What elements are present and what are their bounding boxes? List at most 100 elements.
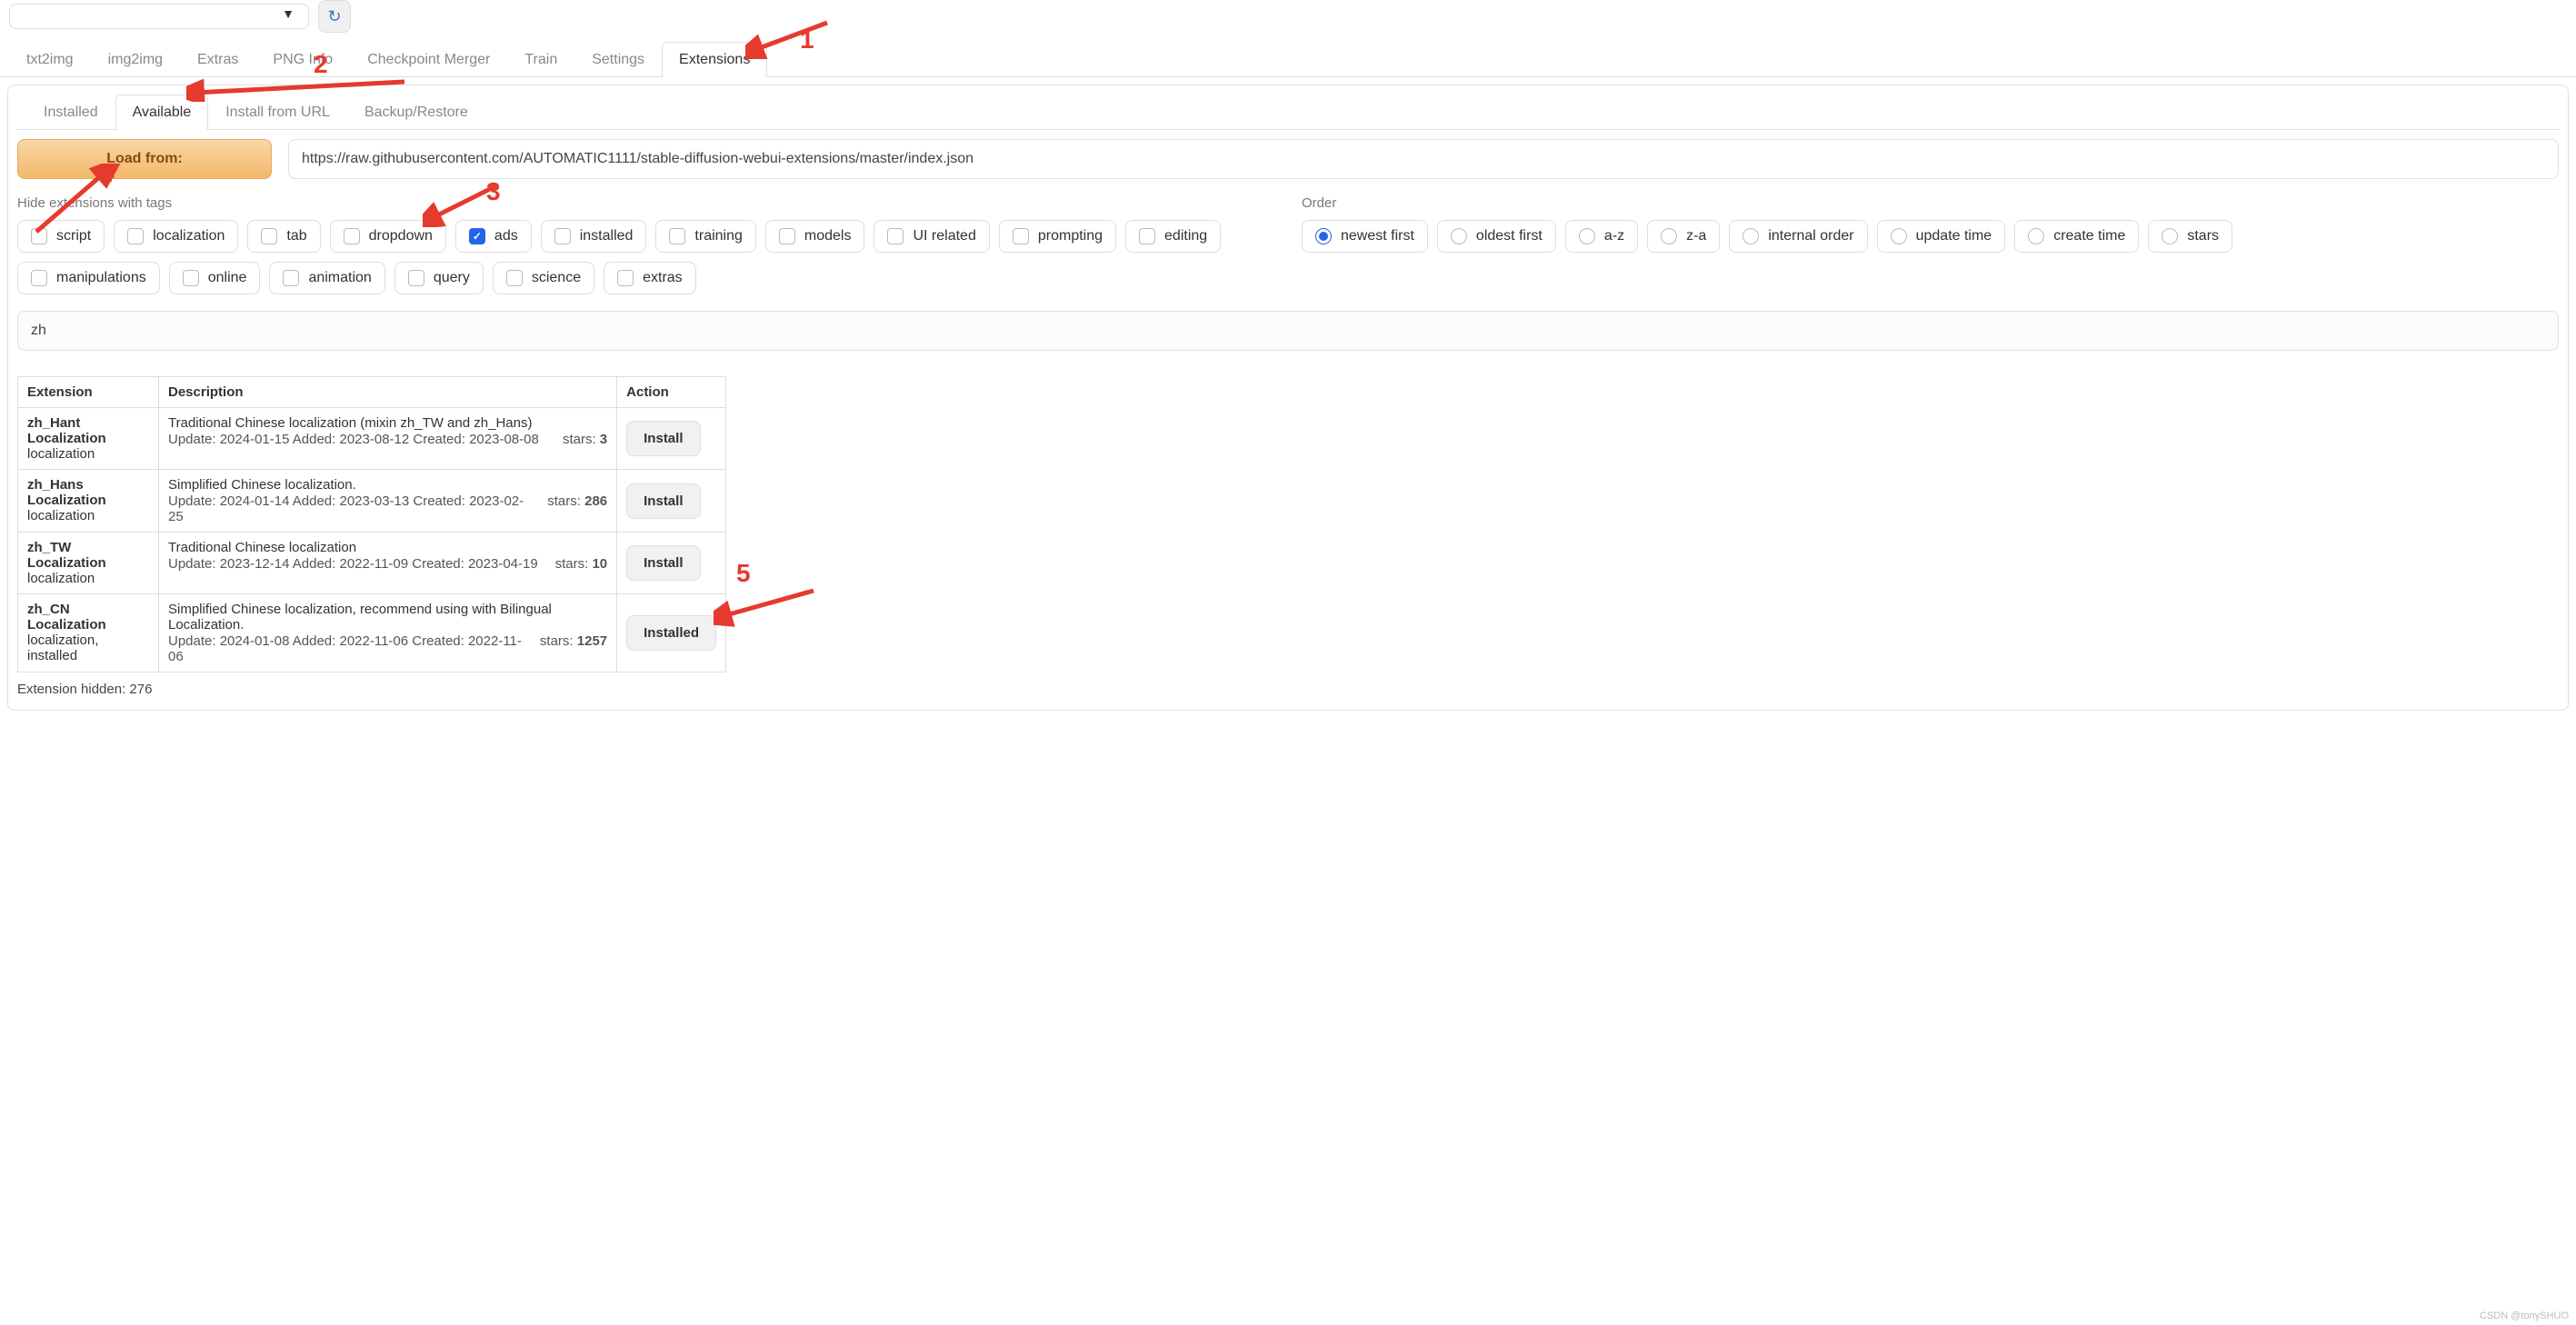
checkbox-icon: [31, 270, 47, 286]
tab-settings[interactable]: Settings: [574, 42, 662, 77]
ext-description: Simplified Chinese localization.: [168, 477, 607, 493]
table-header-row: Extension Description Action: [18, 377, 726, 408]
filter-dropdown[interactable]: dropdown: [330, 220, 446, 253]
subtab-install-url[interactable]: Install from URL: [208, 95, 347, 130]
filter-label: online: [208, 270, 247, 286]
filter-label: ads: [494, 228, 518, 244]
order-label: Order: [1302, 195, 2559, 211]
filter-science[interactable]: science: [493, 262, 594, 294]
search-input[interactable]: [17, 311, 2559, 351]
checkbox-icon: [344, 228, 360, 244]
install-button[interactable]: Install: [626, 421, 700, 456]
filter-label: dropdown: [369, 228, 433, 244]
filter-installed[interactable]: installed: [541, 220, 647, 253]
order-za[interactable]: z-a: [1647, 220, 1720, 253]
tab-checkpoint-merger[interactable]: Checkpoint Merger: [350, 42, 507, 77]
checkbox-icon: [261, 228, 277, 244]
filter-extras[interactable]: extras: [604, 262, 696, 294]
checkbox-icon: [887, 228, 904, 244]
ext-name: zh_TW Localization: [27, 540, 149, 571]
filter-training[interactable]: training: [655, 220, 755, 253]
table-row: zh_Hant Localizationlocalization Traditio…: [18, 408, 726, 470]
ext-stars: stars: 10: [555, 556, 608, 572]
ext-description: Traditional Chinese localization (mixin …: [168, 415, 607, 431]
ext-action-cell: Installed: [617, 594, 726, 672]
filter-animation[interactable]: animation: [269, 262, 384, 294]
model-dropdown[interactable]: ▼: [9, 4, 309, 29]
subtab-installed[interactable]: Installed: [26, 95, 115, 130]
ext-action-cell: Install: [617, 408, 726, 470]
order-label: z-a: [1686, 228, 1706, 244]
ext-name: zh_Hant Localization: [27, 415, 149, 446]
ext-stars: stars: 1257: [540, 633, 607, 664]
order-update-time[interactable]: update time: [1877, 220, 2006, 253]
col-description: Description: [159, 377, 617, 408]
ext-stars: stars: 286: [547, 493, 607, 524]
order-oldest[interactable]: oldest first: [1437, 220, 1556, 253]
ext-action-cell: Install: [617, 470, 726, 533]
radio-icon: [1891, 228, 1907, 244]
filter-label: animation: [308, 270, 371, 286]
ext-action-cell: Install: [617, 533, 726, 594]
tab-train[interactable]: Train: [507, 42, 574, 77]
order-az[interactable]: a-z: [1565, 220, 1638, 253]
order-create-time[interactable]: create time: [2014, 220, 2139, 253]
filter-manipulations[interactable]: manipulations: [17, 262, 160, 294]
filter-online[interactable]: online: [169, 262, 261, 294]
install-button[interactable]: Install: [626, 483, 700, 519]
filter-label: editing: [1164, 228, 1207, 244]
order-label: update time: [1916, 228, 1992, 244]
tab-pnginfo[interactable]: PNG Info: [255, 42, 350, 77]
refresh-button[interactable]: ↻: [318, 0, 351, 33]
tab-extras[interactable]: Extras: [180, 42, 255, 77]
col-action: Action: [617, 377, 726, 408]
filter-label: science: [532, 270, 581, 286]
ext-desc-cell: Simplified Chinese localization.Update: …: [159, 470, 617, 533]
index-url-input[interactable]: [288, 139, 2559, 179]
ext-desc-cell: Simplified Chinese localization, recomme…: [159, 594, 617, 672]
filter-models[interactable]: models: [765, 220, 865, 253]
filter-localization[interactable]: localization: [114, 220, 238, 253]
tab-extensions[interactable]: Extensions: [662, 42, 767, 77]
filter-ads[interactable]: ads: [455, 220, 532, 253]
ext-name-cell: zh_CN Localizationlocalization, installe…: [18, 594, 159, 672]
checkbox-icon: [408, 270, 424, 286]
filter-prompting[interactable]: prompting: [999, 220, 1116, 253]
filter-label: training: [694, 228, 742, 244]
filter-label: query: [434, 270, 470, 286]
filter-query[interactable]: query: [394, 262, 484, 294]
extensions-panel: InstalledAvailableInstall from URLBackup…: [7, 85, 2569, 711]
order-newest[interactable]: newest first: [1302, 220, 1428, 253]
tab-img2img[interactable]: img2img: [91, 42, 180, 77]
filter-editing[interactable]: editing: [1125, 220, 1221, 253]
checkbox-icon: [183, 270, 199, 286]
ext-name-cell: zh_Hant Localizationlocalization: [18, 408, 159, 470]
installed-button[interactable]: Installed: [626, 615, 716, 651]
subtab-backup-restore[interactable]: Backup/Restore: [347, 95, 485, 130]
filter-label: manipulations: [56, 270, 146, 286]
ext-stars: stars: 3: [563, 432, 607, 447]
checkbox-icon: [1013, 228, 1029, 244]
filter-label: script: [56, 228, 91, 244]
radio-icon: [1661, 228, 1677, 244]
radio-icon: [1579, 228, 1595, 244]
install-button[interactable]: Install: [626, 545, 700, 581]
filter-tab[interactable]: tab: [247, 220, 320, 253]
filter-label: extras: [643, 270, 683, 286]
extensions-table: Extension Description Action zh_Hant Loc…: [17, 376, 726, 672]
ext-meta: Update: 2024-01-14 Added: 2023-03-13 Cre…: [168, 493, 531, 524]
table-row: zh_TW LocalizationlocalizationTraditiona…: [18, 533, 726, 594]
ext-description: Simplified Chinese localization, recomme…: [168, 602, 607, 633]
table-row: zh_CN Localizationlocalization, installe…: [18, 594, 726, 672]
order-stars[interactable]: stars: [2148, 220, 2232, 253]
subtab-available[interactable]: Available: [115, 95, 209, 130]
tab-txt2img[interactable]: txt2img: [9, 42, 91, 77]
checkbox-icon: [779, 228, 795, 244]
chevron-down-icon: ▼: [282, 6, 295, 21]
order-radio-group: newest first oldest first a-z z-a internal o…: [1302, 220, 2559, 253]
ext-tags: localization: [27, 446, 149, 462]
load-from-button[interactable]: Load from:: [17, 139, 272, 179]
filter-ui-related[interactable]: UI related: [874, 220, 989, 253]
filter-script[interactable]: script: [17, 220, 105, 253]
order-internal[interactable]: internal order: [1729, 220, 1867, 253]
